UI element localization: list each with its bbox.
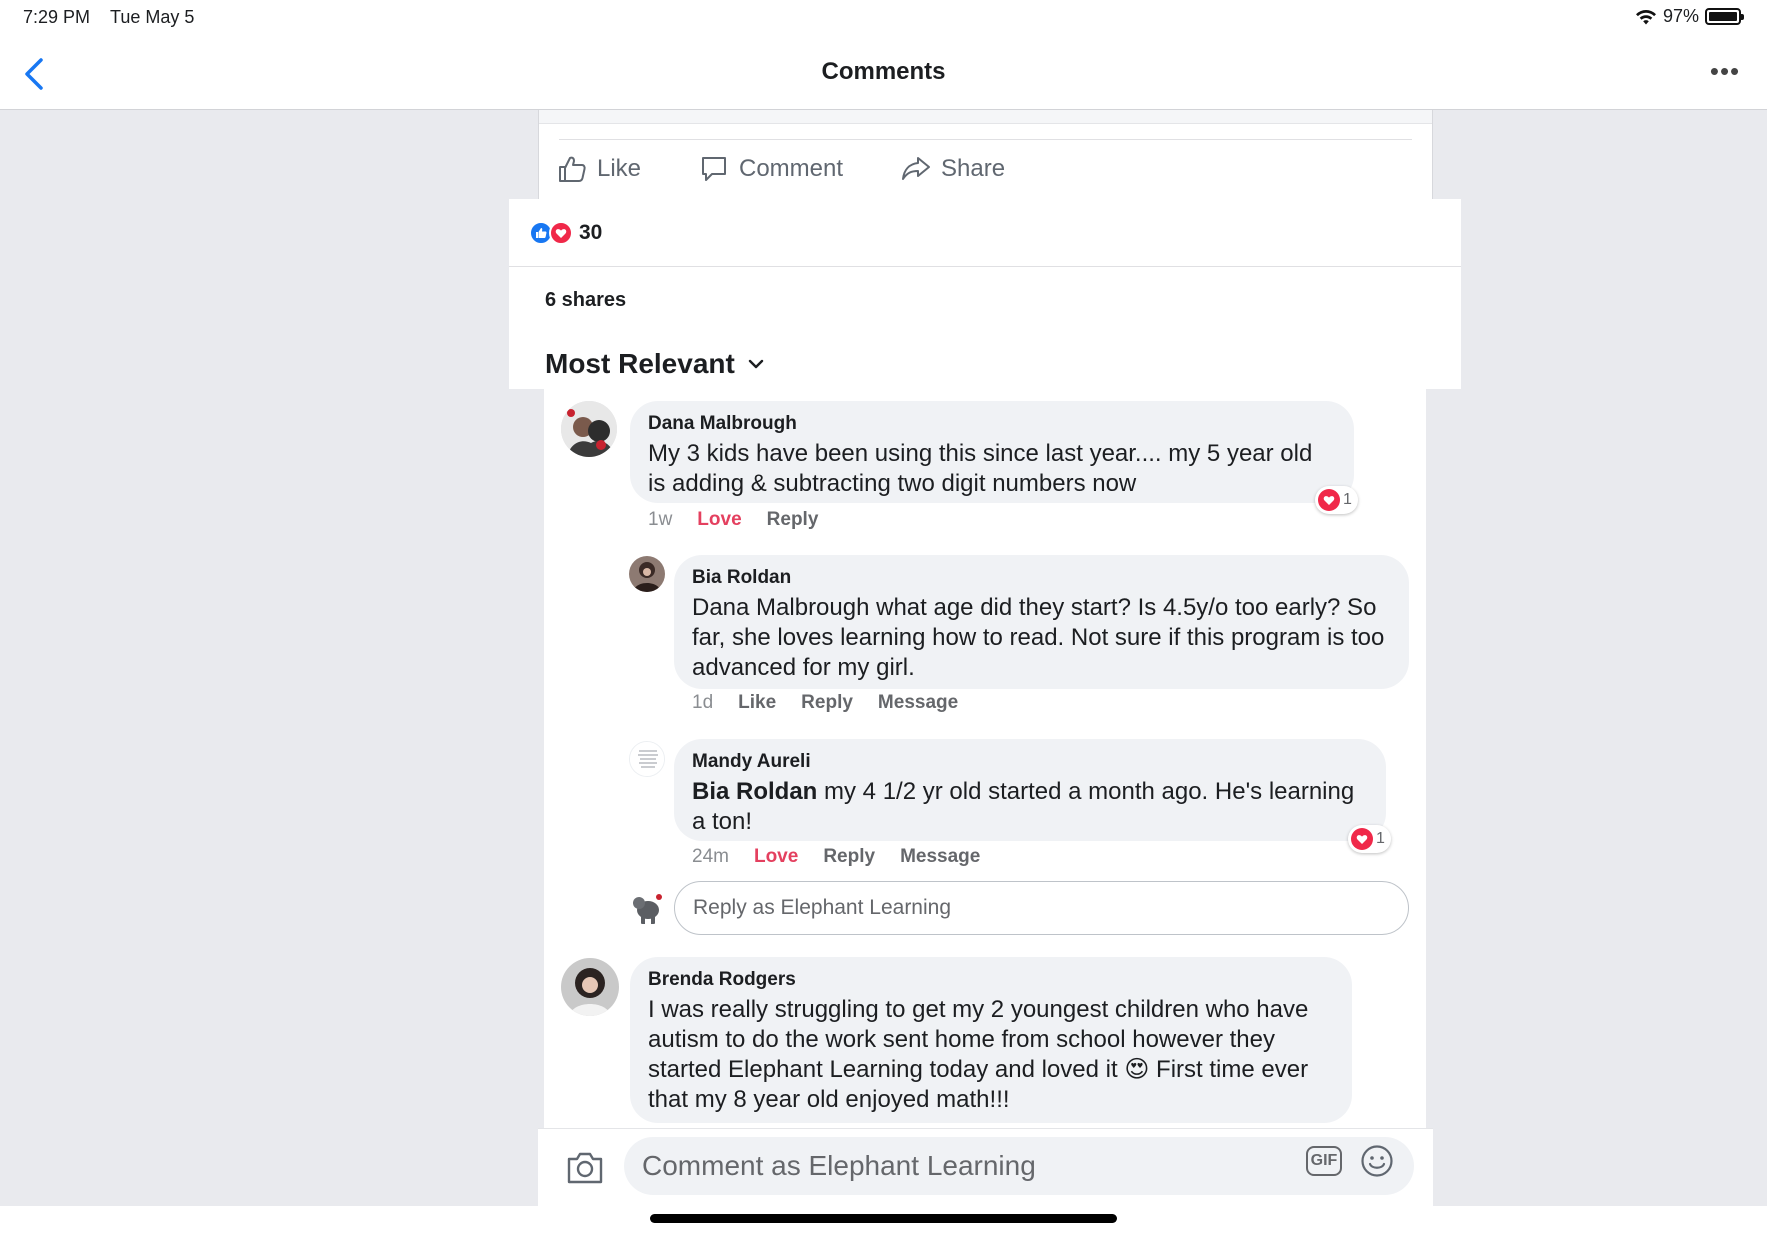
comment-label: Comment xyxy=(739,155,844,182)
shares-count[interactable]: 6 shares xyxy=(545,289,626,312)
love-button[interactable]: Love xyxy=(697,509,741,531)
emoji-icon[interactable] xyxy=(1360,1144,1394,1178)
reaction-count: 30 xyxy=(579,221,603,244)
love-reaction-icon xyxy=(549,221,573,245)
camera-icon[interactable] xyxy=(564,1147,606,1189)
battery-icon xyxy=(1705,8,1744,25)
share-icon xyxy=(902,157,930,180)
battery-percent: 97% xyxy=(1662,6,1699,26)
share-button[interactable]: Share xyxy=(901,154,1005,184)
comment-time: 24m xyxy=(692,846,729,867)
avatar[interactable] xyxy=(561,401,617,457)
comment-author[interactable]: Brenda Rodgers xyxy=(648,969,1334,991)
comment-bubble: Bia Roldan Dana Malbrough what age did t… xyxy=(674,555,1409,689)
reply-button[interactable]: Reply xyxy=(823,846,875,868)
comment-author[interactable]: Bia Roldan xyxy=(692,567,1391,589)
love-button[interactable]: Love xyxy=(754,846,798,868)
avatar[interactable] xyxy=(629,741,665,777)
mention-link[interactable]: Bia Roldan xyxy=(692,778,817,805)
sort-dropdown[interactable]: Most Relevant xyxy=(545,348,765,380)
comment-composer: Comment as Elephant Learning GIF xyxy=(538,1128,1433,1206)
reaction-summary[interactable]: 30 xyxy=(529,221,602,245)
page-avatar xyxy=(630,889,666,925)
heart-eyes-emoji: 😍 xyxy=(1124,1056,1150,1083)
comment-meta: 1d Like Reply Message xyxy=(692,692,958,714)
comment-text-wrap: Bia Roldan my 4 1/2 yr old started a mon… xyxy=(692,777,1368,837)
nav-bar: Comments ••• xyxy=(0,38,1767,110)
like-button[interactable]: Like xyxy=(738,692,776,714)
post-content-edge xyxy=(539,110,1432,124)
sort-label: Most Relevant xyxy=(545,348,735,379)
message-button[interactable]: Message xyxy=(878,692,958,714)
comment-bubble: Brenda Rodgers I was really struggling t… xyxy=(630,957,1352,1123)
page-title: Comments xyxy=(821,58,946,85)
reply-button[interactable]: Reply xyxy=(767,509,819,531)
reaction-count: 1 xyxy=(1376,830,1385,847)
post-action-bar: Like Comment Share xyxy=(538,110,1433,199)
reaction-count: 1 xyxy=(1343,491,1352,508)
comment-button[interactable]: Comment xyxy=(699,154,843,184)
status-date: Tue May 5 xyxy=(110,7,195,27)
like-label: Like xyxy=(597,155,642,182)
comment-bubble: Dana Malbrough My 3 kids have been using… xyxy=(630,401,1354,503)
comment-text: My 3 kids have been using this since las… xyxy=(648,440,1313,497)
comment-text-wrap: I was really struggling to get my 2 youn… xyxy=(648,995,1334,1115)
like-button[interactable]: Like xyxy=(557,154,641,184)
avatar[interactable] xyxy=(629,556,665,592)
chevron-down-icon xyxy=(748,359,764,369)
status-right: 97% xyxy=(1635,6,1744,27)
share-label: Share xyxy=(941,155,1006,182)
reply-button[interactable]: Reply xyxy=(801,692,853,714)
divider xyxy=(509,266,1461,267)
status-time: 7:29 PM xyxy=(23,7,91,27)
comment-reaction-badge[interactable]: 1 xyxy=(1348,825,1391,853)
comment-text: Dana Malbrough what age did they start? … xyxy=(692,594,1385,681)
comment-bubble: Mandy Aureli Bia Roldan my 4 1/2 yr old … xyxy=(674,739,1386,841)
avatar[interactable] xyxy=(561,958,619,1016)
heart-icon xyxy=(1318,489,1340,511)
comment-meta: 24m Love Reply Message xyxy=(692,846,980,868)
comment-time: 1w xyxy=(648,509,673,530)
comment-input[interactable]: Comment as Elephant Learning xyxy=(624,1137,1414,1195)
comment-author[interactable]: Dana Malbrough xyxy=(648,413,1336,435)
wifi-icon xyxy=(1635,9,1656,24)
thumbs-up-icon xyxy=(559,156,586,182)
gif-icon[interactable]: GIF xyxy=(1306,1146,1342,1176)
heart-icon xyxy=(1351,828,1373,850)
home-indicator[interactable] xyxy=(650,1214,1117,1223)
comments-list: Dana Malbrough My 3 kids have been using… xyxy=(544,389,1426,1128)
post-summary: 30 6 shares Most Relevant xyxy=(509,199,1461,389)
message-button[interactable]: Message xyxy=(900,846,980,868)
more-horizontal-icon[interactable]: ••• xyxy=(1705,56,1745,90)
comment-time: 1d xyxy=(692,692,714,713)
comment-meta: 1w Love Reply xyxy=(648,509,818,531)
comment-input-placeholder: Comment as Elephant Learning xyxy=(642,1150,1036,1181)
divider xyxy=(559,139,1412,140)
comment-reaction-badge[interactable]: 1 xyxy=(1315,486,1358,514)
comment-author[interactable]: Mandy Aureli xyxy=(692,751,1368,773)
home-area xyxy=(0,1206,1767,1234)
reply-input[interactable]: Reply as Elephant Learning xyxy=(674,881,1409,935)
status-bar: 7:29 PM Tue May 5 97% xyxy=(0,0,1767,38)
comment-icon xyxy=(702,157,726,181)
